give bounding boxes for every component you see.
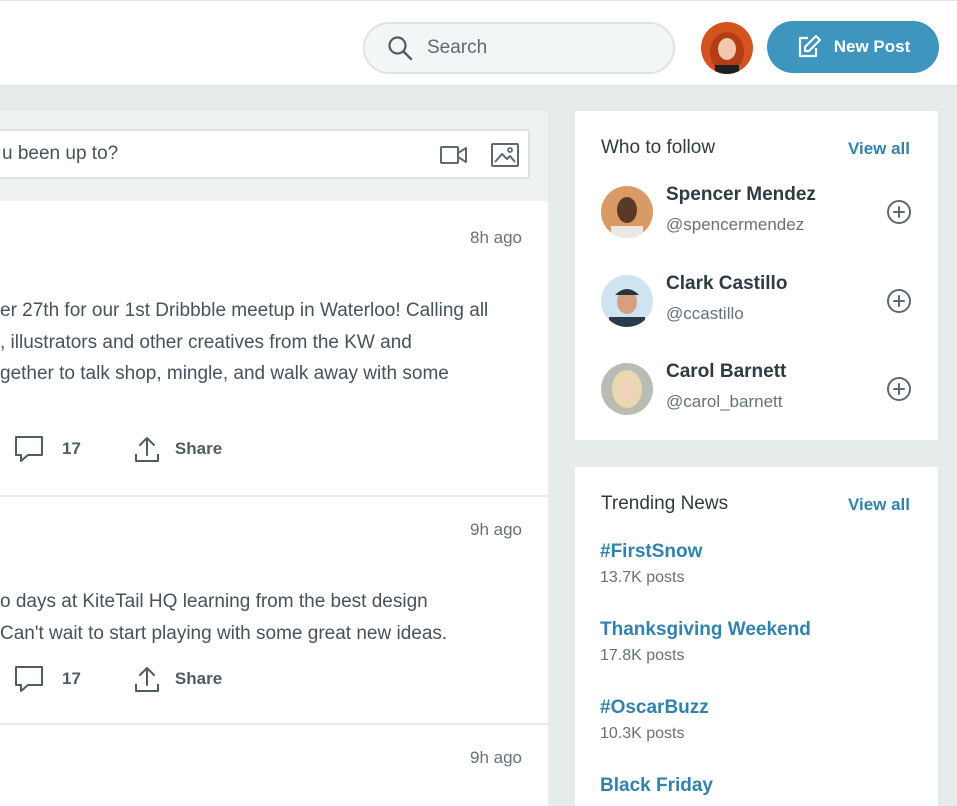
follow-suggestion: Spencer Mendez @spencermendez bbox=[601, 184, 913, 244]
trending-item[interactable]: #FirstSnow 13.7K posts bbox=[600, 541, 702, 587]
trending-tag[interactable]: #OscarBuzz bbox=[600, 697, 709, 719]
share-icon bbox=[134, 667, 159, 692]
search-icon bbox=[388, 36, 413, 61]
comment-button[interactable]: 17 bbox=[14, 435, 81, 463]
post-line: , illustrators and other creatives from … bbox=[0, 331, 412, 353]
user-avatar[interactable] bbox=[701, 22, 753, 74]
add-circle-icon[interactable] bbox=[886, 376, 912, 402]
image-icon[interactable] bbox=[491, 143, 519, 167]
search-box[interactable] bbox=[363, 22, 675, 74]
avatar[interactable] bbox=[601, 363, 653, 415]
trending-item[interactable]: Black Friday bbox=[600, 775, 713, 797]
follow-name[interactable]: Carol Barnett bbox=[666, 361, 786, 383]
composer: u been up to? bbox=[0, 111, 548, 201]
trending-tag[interactable]: #FirstSnow bbox=[600, 541, 702, 563]
post-card: 9h ago o days at KiteTail HQ learning fr… bbox=[0, 497, 548, 725]
add-circle-icon[interactable] bbox=[886, 199, 912, 225]
comment-icon bbox=[15, 436, 43, 462]
follow-name[interactable]: Spencer Mendez bbox=[666, 184, 816, 206]
trending-count: 17.8K posts bbox=[600, 647, 685, 664]
follow-suggestion: Clark Castillo @ccastillo bbox=[601, 273, 913, 333]
new-post-button[interactable]: New Post bbox=[767, 21, 939, 73]
post-time: 9h ago bbox=[470, 520, 522, 539]
post-actions: 17 Share bbox=[14, 665, 222, 693]
trending-tag[interactable]: Thanksgiving Weekend bbox=[600, 619, 811, 641]
who-to-follow-view-all-link[interactable]: View all bbox=[848, 139, 910, 159]
post-line: o days at KiteTail HQ learning from the … bbox=[0, 591, 428, 612]
comment-button[interactable]: 17 bbox=[14, 665, 81, 693]
share-label: Share bbox=[174, 669, 223, 688]
share-icon bbox=[134, 437, 159, 462]
post-body: o days at KiteTail HQ learning from the … bbox=[0, 586, 540, 649]
trending-tag[interactable]: Black Friday bbox=[600, 775, 713, 797]
post-time: 8h ago bbox=[470, 228, 522, 247]
trending-view-all-link[interactable]: View all bbox=[848, 495, 910, 515]
top-bar: New Post bbox=[0, 0, 957, 86]
top-divider bbox=[0, 0, 957, 8]
compose-icon bbox=[798, 34, 821, 58]
follow-name[interactable]: Clark Castillo bbox=[666, 273, 787, 295]
share-label: Share bbox=[174, 439, 223, 458]
post-card: 8h ago er 27th for our 1st Dribbble meet… bbox=[0, 201, 548, 497]
video-icon[interactable] bbox=[440, 145, 468, 165]
trending-item[interactable]: Thanksgiving Weekend 17.8K posts bbox=[600, 619, 811, 665]
share-button[interactable]: Share bbox=[133, 665, 222, 693]
trending-count: 13.7K posts bbox=[600, 569, 685, 586]
composer-placeholder: u been up to? bbox=[2, 143, 119, 164]
post-time: 9h ago bbox=[470, 748, 522, 767]
trending-count: 10.3K posts bbox=[600, 725, 685, 742]
who-to-follow-panel: Who to follow View all Spencer Mendez @s… bbox=[575, 111, 938, 440]
follow-suggestion: Carol Barnett @carol_barnett bbox=[601, 361, 913, 421]
trending-news-panel: Trending News View all #FirstSnow 13.7K … bbox=[575, 467, 938, 806]
follow-handle: @ccastillo bbox=[666, 304, 744, 323]
share-button[interactable]: Share bbox=[133, 435, 222, 463]
new-post-label: New Post bbox=[833, 37, 911, 56]
avatar[interactable] bbox=[601, 186, 653, 238]
post-line: gether to talk shop, mingle, and walk aw… bbox=[0, 363, 449, 384]
comment-count: 17 bbox=[62, 439, 81, 458]
post-actions: 17 Share bbox=[14, 435, 222, 463]
composer-input[interactable]: u been up to? bbox=[0, 129, 530, 179]
feed: u been up to? 8h ago er 27th for our 1st… bbox=[0, 111, 548, 806]
trending-title: Trending News bbox=[601, 493, 729, 514]
add-circle-icon[interactable] bbox=[886, 288, 912, 314]
post-body: er 27th for our 1st Dribbble meetup in W… bbox=[0, 295, 540, 390]
comment-count: 17 bbox=[62, 669, 81, 688]
trending-item[interactable]: #OscarBuzz 10.3K posts bbox=[600, 697, 709, 743]
avatar[interactable] bbox=[601, 275, 653, 327]
post-line: er 27th for our 1st Dribbble meetup in W… bbox=[0, 300, 489, 321]
who-to-follow-title: Who to follow bbox=[601, 137, 716, 158]
comment-icon bbox=[15, 666, 43, 692]
post-card: 9h ago bbox=[0, 725, 548, 806]
search-input[interactable] bbox=[427, 37, 657, 59]
follow-handle: @spencermendez bbox=[666, 215, 805, 234]
follow-handle: @carol_barnett bbox=[666, 392, 783, 411]
post-line: Can't wait to start playing with some gr… bbox=[0, 622, 448, 644]
